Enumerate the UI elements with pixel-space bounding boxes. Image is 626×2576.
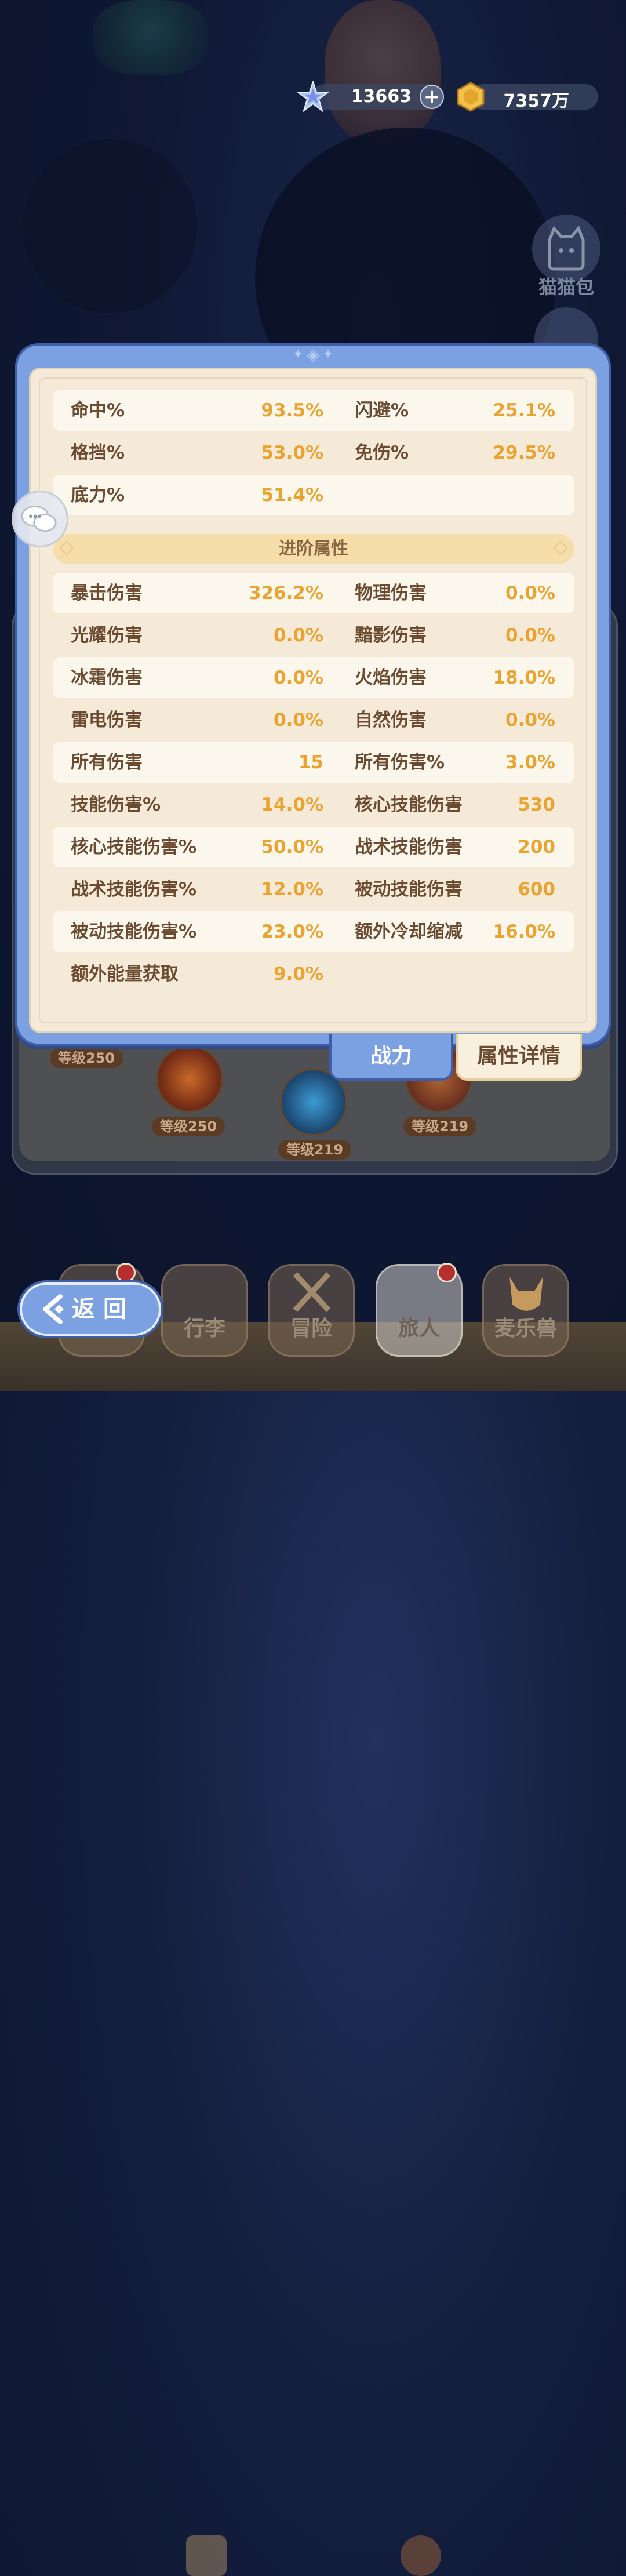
advanced-attributes-header: 进阶属性 xyxy=(53,534,574,564)
stat-value: 0.0% xyxy=(505,710,555,731)
nav-item-beast[interactable] xyxy=(482,1264,569,1357)
stat-row: 暴击伤害 326.2% 物理伤害 0.0% xyxy=(53,573,574,613)
stat-row: 技能伤害% 14.0% 核心技能伤害 530 xyxy=(53,784,574,825)
stat-value: 530 xyxy=(518,794,555,815)
stat-value: 0.0% xyxy=(505,625,555,646)
stat-value: 3.0% xyxy=(505,752,555,773)
luggage-icon xyxy=(186,2535,227,2576)
stat-label: 战术技能伤害% xyxy=(71,879,197,900)
stat-value: 25.1% xyxy=(493,400,555,421)
gold-coin-counter: 7357万 xyxy=(457,82,598,112)
stat-label: 核心技能伤害% xyxy=(71,837,197,858)
stat-value: 326.2% xyxy=(248,583,323,604)
stat-value: 16.0% xyxy=(493,921,555,942)
stat-value: 53.0% xyxy=(261,442,323,463)
stat-label: 所有伤害% xyxy=(355,752,445,773)
back-label: 返回 xyxy=(72,1296,134,1322)
nav-item-luggage[interactable] xyxy=(161,1264,248,2576)
gold-coin-value: 7357万 xyxy=(503,91,570,111)
stat-label: 火焰伤害 xyxy=(355,667,427,688)
nav-label: 冒险 xyxy=(290,1317,332,1340)
notification-dot xyxy=(437,1263,457,1282)
gold-coin-icon xyxy=(457,82,485,112)
chat-icon xyxy=(21,506,57,532)
stat-row: 被动技能伤害% 23.0% 额外冷却缩减 16.0% xyxy=(53,911,574,952)
stat-row: 所有伤害 15 所有伤害% 3.0% xyxy=(53,742,574,783)
nav-label: 行李 xyxy=(183,1317,225,1340)
stat-label: 被动技能伤害% xyxy=(71,921,197,942)
stat-value: 9.0% xyxy=(274,964,323,984)
stat-value: 0.0% xyxy=(505,583,555,604)
level-badge: 等级250 xyxy=(152,1117,225,1136)
stat-row: 战术技能伤害% 12.0% 被动技能伤害 600 xyxy=(53,869,574,910)
level-badge: 等级219 xyxy=(403,1117,477,1136)
stat-value: 18.0% xyxy=(493,667,555,688)
section-title: 进阶属性 xyxy=(279,539,348,559)
crystal-value: 13663 xyxy=(351,86,412,107)
stat-row: 命中% 93.5% 闪避% 25.1% xyxy=(53,390,574,431)
nav-label: 旅人 xyxy=(398,1317,440,1340)
stat-value: 14.0% xyxy=(261,794,323,815)
stat-row: 光耀伤害 0.0% 黯影伤害 0.0% xyxy=(53,615,574,656)
stat-row: 雷电伤害 0.0% 自然伤害 0.0% xyxy=(53,700,574,740)
notification-dot xyxy=(116,1263,136,1282)
stat-label: 所有伤害 xyxy=(71,752,143,773)
stat-label: 技能伤害% xyxy=(71,794,161,815)
stat-label: 战术技能伤害 xyxy=(355,837,463,858)
stat-label: 免伤% xyxy=(355,442,409,463)
nav-item-adventure[interactable] xyxy=(268,1264,355,1357)
tab-power[interactable]: 战力 xyxy=(329,1034,453,1081)
stat-value: 0.0% xyxy=(274,710,323,731)
stat-label: 核心技能伤害 xyxy=(355,794,463,815)
stat-value: 200 xyxy=(518,837,555,858)
stat-value: 0.0% xyxy=(274,625,323,646)
chat-button[interactable] xyxy=(12,491,68,547)
stat-label: 黯影伤害 xyxy=(355,625,427,646)
level-badge: 等级219 xyxy=(278,1140,352,1160)
stat-label: 格挡% xyxy=(71,442,125,463)
stat-value: 51.4% xyxy=(261,485,323,506)
stat-label: 冰霜伤害 xyxy=(71,667,143,688)
stat-label: 底力% xyxy=(71,485,125,506)
stat-value: 15 xyxy=(298,752,323,773)
stat-row: 额外能量获取 9.0% xyxy=(53,954,574,994)
cat-bag-label: 猫猫包 xyxy=(538,276,594,298)
fire-skill-icon[interactable] xyxy=(155,1045,224,1113)
stat-label: 光耀伤害 xyxy=(71,625,143,646)
stat-value: 0.0% xyxy=(274,667,323,688)
add-crystal-button[interactable]: + xyxy=(420,85,444,109)
stat-label: 雷电伤害 xyxy=(71,710,143,731)
stat-value: 600 xyxy=(518,879,555,900)
stat-label: 暴击伤害 xyxy=(71,583,143,604)
panel-top-ornament: ✦ ◈ ✦ xyxy=(292,344,334,364)
stat-label: 被动技能伤害 xyxy=(355,879,463,900)
stat-value: 93.5% xyxy=(261,400,323,421)
tab-attribute-details[interactable]: 属性详情 xyxy=(456,1034,582,1081)
stat-value: 29.5% xyxy=(493,442,555,463)
stat-value: 23.0% xyxy=(261,921,323,942)
stat-label: 自然伤害 xyxy=(355,710,427,731)
back-arrow-icon xyxy=(43,1294,64,1324)
nav-label: 麦乐兽 xyxy=(494,1317,557,1340)
stat-label: 闪避% xyxy=(355,400,409,421)
stat-label: 命中% xyxy=(71,400,125,421)
back-button[interactable]: 返回 xyxy=(17,1280,163,1338)
level-badge: 等级250 xyxy=(50,1048,123,1068)
stat-value: 12.0% xyxy=(261,879,323,900)
traveler-avatar-icon xyxy=(401,2535,441,2576)
stat-value: 50.0% xyxy=(261,837,323,858)
stat-row: 核心技能伤害% 50.0% 战术技能伤害 200 xyxy=(53,827,574,867)
crystal-star-icon xyxy=(297,81,329,112)
stat-label: 额外能量获取 xyxy=(71,964,179,984)
stat-row: 冰霜伤害 0.0% 火焰伤害 18.0% xyxy=(53,657,574,698)
stat-row: 底力% 51.4% xyxy=(53,475,574,515)
stat-label: 物理伤害 xyxy=(355,583,427,604)
stat-row: 格挡% 53.0% 免伤% 29.5% xyxy=(53,433,574,473)
stat-label: 额外冷却缩减 xyxy=(355,921,463,942)
